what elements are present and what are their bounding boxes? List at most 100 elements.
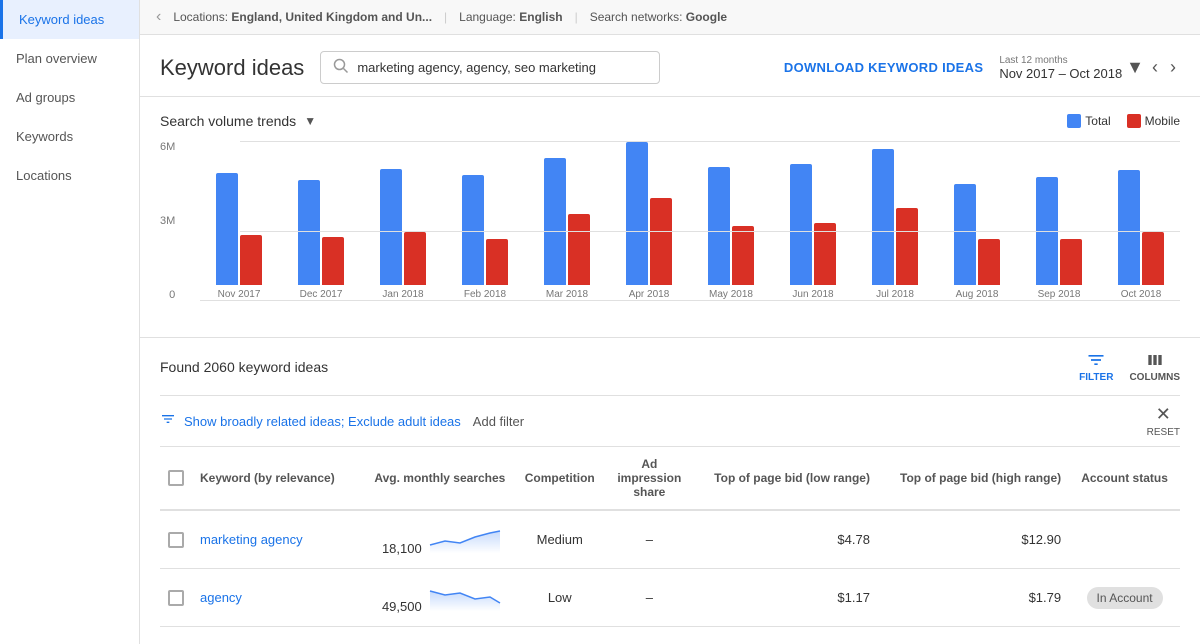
- bar-month-label: Aug 2018: [956, 289, 999, 300]
- keyword-cell: marketing agency: [192, 510, 355, 569]
- bar-pair: [954, 130, 1000, 285]
- bar-mobile: [240, 235, 262, 285]
- keyword-cell: seo marketing: [192, 627, 355, 644]
- legend-mobile-color: [1127, 114, 1141, 128]
- bar-pair: [298, 130, 344, 285]
- avg-monthly-cell: 49,500: [355, 569, 514, 627]
- chart-title: Search volume trends: [160, 113, 296, 129]
- bar-total: [462, 175, 484, 285]
- bar-total: [544, 158, 566, 285]
- table-row: marketing agency18,100 Medium–$4.78$12.9…: [160, 510, 1180, 569]
- bar-pair: [216, 130, 262, 285]
- bid-high-cell: $12.90: [878, 510, 1069, 569]
- keywords-section: Found 2060 keyword ideas FILTER COLUMNS …: [140, 338, 1200, 644]
- sidebar-item-plan-overview[interactable]: Plan overview: [0, 39, 139, 78]
- bar-pair: [1036, 130, 1082, 285]
- bar-pair: [544, 130, 590, 285]
- bar-month-label: Nov 2017: [218, 289, 261, 300]
- reset-button[interactable]: ✕ RESET: [1147, 404, 1180, 438]
- topbar-back-arrow[interactable]: ‹: [156, 8, 161, 26]
- legend-total-color: [1067, 114, 1081, 128]
- bar-group: Aug 2018: [938, 130, 1016, 300]
- select-all-checkbox[interactable]: [168, 470, 184, 486]
- bar-month-label: Jun 2018: [792, 289, 833, 300]
- bid-low-cell: $10.82: [693, 627, 878, 644]
- chart-legend: Total Mobile: [1067, 114, 1180, 128]
- avg-monthly-cell: 5,400: [355, 627, 514, 644]
- col-header-keyword: Keyword (by relevance): [192, 447, 355, 510]
- keywords-tbody: marketing agency18,100 Medium–$4.78$12.9…: [160, 510, 1180, 644]
- sidebar-item-ad-groups[interactable]: Ad groups: [0, 78, 139, 117]
- bar-mobile: [978, 239, 1000, 286]
- bar-mobile: [1142, 232, 1164, 285]
- bar-total: [626, 142, 648, 285]
- bid-high-cell: $1.79: [878, 569, 1069, 627]
- bar-group: Apr 2018: [610, 130, 688, 300]
- filter-link[interactable]: Show broadly related ideas; Exclude adul…: [184, 414, 461, 429]
- account-status-cell: [1069, 510, 1180, 569]
- col-header-ad-impression: Ad impression share: [606, 447, 692, 510]
- table-row: seo marketing5,400 Medium–$10.82$22.90: [160, 627, 1180, 644]
- bar-mobile: [1060, 239, 1082, 286]
- table-row: agency49,500 Low–$1.17$1.79In Account: [160, 569, 1180, 627]
- trend-chart: [425, 523, 505, 553]
- bid-low-cell: $1.17: [693, 569, 878, 627]
- row-checkbox-cell[interactable]: [160, 627, 192, 644]
- bar-total: [216, 173, 238, 285]
- avg-monthly-value: 49,500: [382, 599, 422, 614]
- bar-group: Jun 2018: [774, 130, 852, 300]
- found-count-text: Found 2060 keyword ideas: [160, 359, 1071, 375]
- content-area: Keyword ideas DOWNLOAD KEYWORD IDEAS Las…: [140, 35, 1200, 644]
- bar-month-label: Sep 2018: [1038, 289, 1081, 300]
- filter-button[interactable]: FILTER: [1079, 350, 1113, 383]
- bar-group: May 2018: [692, 130, 770, 300]
- avg-monthly-cell: 18,100: [355, 510, 514, 569]
- competition-cell: Low: [513, 569, 606, 627]
- bar-total: [380, 169, 402, 285]
- sidebar-item-keywords[interactable]: Keywords: [0, 117, 139, 156]
- chart-header: Search volume trends ▼ Total Mobile: [160, 113, 1180, 129]
- chart-section: Search volume trends ▼ Total Mobile 6M: [140, 97, 1200, 338]
- bar-mobile: [732, 226, 754, 285]
- keyword-search-input[interactable]: [357, 60, 647, 75]
- select-all-header[interactable]: [160, 447, 192, 510]
- topbar-language: Language: English: [459, 10, 562, 24]
- row-checkbox-cell[interactable]: [160, 569, 192, 627]
- columns-button[interactable]: COLUMNS: [1129, 350, 1180, 383]
- col-header-account-status: Account status: [1069, 447, 1180, 510]
- bar-mobile: [650, 198, 672, 285]
- bar-month-label: Apr 2018: [629, 289, 670, 300]
- bar-month-label: May 2018: [709, 289, 753, 300]
- date-prev-icon[interactable]: ‹: [1148, 55, 1162, 80]
- bar-mobile: [896, 208, 918, 286]
- bar-pair: [708, 130, 754, 285]
- bar-month-label: Jan 2018: [382, 289, 423, 300]
- bar-mobile: [814, 223, 836, 285]
- download-keyword-ideas-button[interactable]: DOWNLOAD KEYWORD IDEAS: [784, 60, 983, 75]
- ad-impression-cell: –: [606, 627, 692, 644]
- row-checkbox[interactable]: [168, 590, 184, 606]
- sidebar-item-locations[interactable]: Locations: [0, 156, 139, 195]
- date-range-dropdown-icon[interactable]: ▼: [1126, 57, 1144, 78]
- account-status-cell: [1069, 627, 1180, 644]
- bar-pair: [1118, 130, 1164, 285]
- row-checkbox-cell[interactable]: [160, 510, 192, 569]
- date-next-icon[interactable]: ›: [1166, 55, 1180, 80]
- chart-dropdown-icon[interactable]: ▼: [304, 114, 316, 128]
- bar-mobile: [404, 232, 426, 285]
- bar-total: [298, 180, 320, 285]
- row-checkbox[interactable]: [168, 532, 184, 548]
- bar-month-label: Oct 2018: [1121, 289, 1162, 300]
- ad-impression-cell: –: [606, 569, 692, 627]
- add-filter-link[interactable]: Add filter: [473, 414, 524, 429]
- date-range-selector[interactable]: Last 12 months Nov 2017 – Oct 2018 ▼ ‹ ›: [999, 55, 1180, 81]
- legend-mobile: Mobile: [1127, 114, 1180, 128]
- sidebar-item-keyword-ideas[interactable]: Keyword ideas: [0, 0, 139, 39]
- gridline-mid: [240, 231, 1180, 232]
- topbar-networks: Search networks: Google: [590, 10, 727, 24]
- bid-low-cell: $4.78: [693, 510, 878, 569]
- account-status-cell: In Account: [1069, 569, 1180, 627]
- bar-pair: [872, 130, 918, 285]
- bid-high-cell: $22.90: [878, 627, 1069, 644]
- filter-row: Show broadly related ideas; Exclude adul…: [160, 396, 1180, 447]
